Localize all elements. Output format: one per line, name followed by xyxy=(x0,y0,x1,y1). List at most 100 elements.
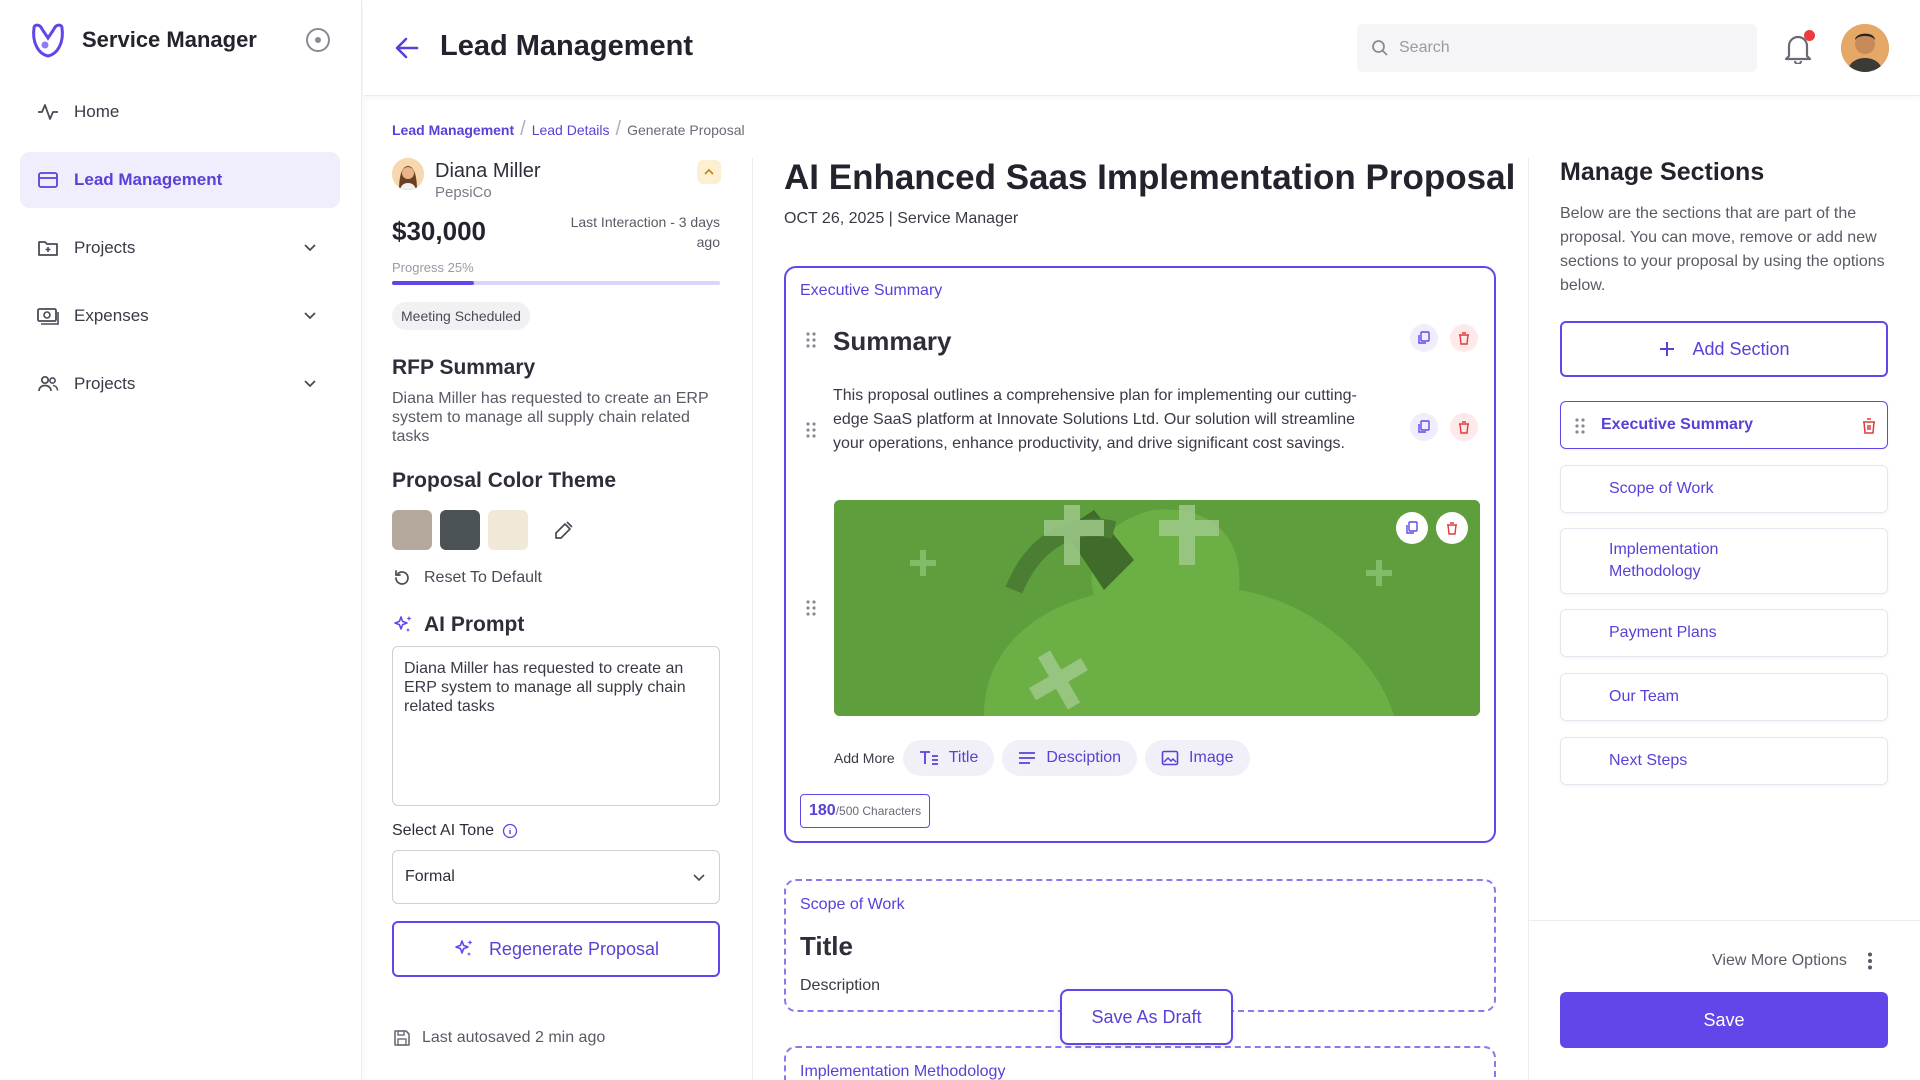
top-header: Lead Management xyxy=(363,0,1920,96)
section-item-scope-of-work[interactable]: Scope of Work xyxy=(1560,465,1888,513)
executive-summary-card[interactable]: Executive Summary Summary This proposal … xyxy=(784,266,1496,843)
sparkle-icon xyxy=(453,938,475,960)
drag-handle-icon[interactable] xyxy=(806,600,816,616)
ai-prompt-heading-row: AI Prompt xyxy=(392,613,524,637)
ai-tone-select[interactable]: Formal xyxy=(392,850,720,904)
manage-sections-desc: Below are the sections that are part of … xyxy=(1560,205,1885,294)
rfp-text: Diana Miller has requested to create an … xyxy=(392,390,709,445)
color-swatch-1[interactable] xyxy=(392,510,432,550)
copy-icon[interactable] xyxy=(1410,413,1438,441)
sidebar-item-label: Projects xyxy=(74,374,136,393)
chevron-up-icon xyxy=(703,166,715,178)
trash-icon[interactable] xyxy=(1450,324,1478,352)
save-button[interactable]: Save xyxy=(1560,992,1888,1048)
breadcrumb-separator: / xyxy=(520,118,526,140)
info-icon[interactable] xyxy=(502,823,518,839)
breadcrumb-lead-management[interactable]: Lead Management xyxy=(392,122,514,138)
scope-description[interactable]: Description xyxy=(800,977,880,995)
search-input[interactable] xyxy=(1399,39,1739,57)
plus-icon xyxy=(1658,340,1676,358)
text-title-icon xyxy=(919,750,939,766)
summary-title[interactable]: Summary xyxy=(833,326,952,357)
color-swatch-3[interactable] xyxy=(488,510,528,550)
app-title: Service Manager xyxy=(82,27,257,52)
add-section-button[interactable]: Add Section xyxy=(1560,321,1888,377)
regenerate-proposal-button[interactable]: Regenerate Proposal xyxy=(392,921,720,977)
section-item-implementation-methodology[interactable]: Implementation Methodology xyxy=(1560,528,1888,594)
section-item-our-team[interactable]: Our Team xyxy=(1560,673,1888,721)
sidebar-item-expenses[interactable]: Expenses xyxy=(20,288,340,344)
view-more-options-button[interactable]: View More Options xyxy=(1712,952,1873,970)
eyedropper-icon[interactable] xyxy=(552,518,576,542)
character-count: 180 xyxy=(809,802,836,819)
section-item-executive-summary[interactable]: Executive Summary xyxy=(1560,401,1888,449)
sidebar-item-projects-2[interactable]: Projects xyxy=(20,356,340,412)
image-illustration xyxy=(834,500,1480,716)
folder-plus-icon xyxy=(36,236,60,260)
section-label: Executive Summary xyxy=(800,282,943,299)
summary-text[interactable]: This proposal outlines a comprehensive p… xyxy=(833,384,1373,456)
status-badge: Meeting Scheduled xyxy=(392,302,530,330)
progress-label: Progress 25% xyxy=(392,260,474,275)
ai-tone-label-text: Select AI Tone xyxy=(392,822,494,839)
brand[interactable]: Service Manager xyxy=(28,20,257,60)
add-title-chip[interactable]: Title xyxy=(902,740,995,776)
deal-amount: $30,000 xyxy=(392,216,486,246)
chevron-down-icon xyxy=(302,240,318,256)
collapse-sidebar-button[interactable] xyxy=(306,28,330,52)
activity-icon xyxy=(36,100,60,124)
manage-sections-title: Manage Sections xyxy=(1560,158,1765,186)
save-as-draft-button[interactable]: Save As Draft xyxy=(1060,989,1233,1045)
section-item-label: Executive Summary xyxy=(1601,416,1754,433)
trash-icon[interactable] xyxy=(1450,413,1478,441)
reset-default-button[interactable]: Reset To Default xyxy=(392,568,542,588)
ai-tone-label: Select AI Tone xyxy=(392,822,518,840)
chip-label: Image xyxy=(1189,749,1234,766)
ai-prompt-textarea[interactable]: Diana Miller has requested to create an … xyxy=(392,646,720,806)
sparkle-icon xyxy=(392,614,414,636)
regenerate-label: Regenerate Proposal xyxy=(488,938,660,959)
trash-icon[interactable] xyxy=(1436,512,1468,544)
client-avatar xyxy=(392,158,424,190)
add-image-chip[interactable]: Image xyxy=(1145,740,1250,776)
app-root: Service Manager Home Lead Management Pro… xyxy=(0,0,1920,1080)
sidebar-item-label: Home xyxy=(74,102,120,121)
drag-handle-icon[interactable] xyxy=(1575,418,1585,434)
breadcrumb-separator: / xyxy=(615,118,622,140)
color-swatch-2[interactable] xyxy=(440,510,480,550)
implementation-methodology-card[interactable]: Implementation Methodology xyxy=(784,1046,1496,1080)
panel-divider xyxy=(752,158,753,1080)
collapse-lead-button[interactable] xyxy=(697,160,721,184)
breadcrumb-lead-details[interactable]: Lead Details xyxy=(532,122,610,138)
breadcrumb: Lead Management / Lead Details / Generat… xyxy=(392,118,745,141)
copy-icon[interactable] xyxy=(1396,512,1428,544)
section-item-payment-plans[interactable]: Payment Plans xyxy=(1560,609,1888,657)
character-limit: /500 Characters xyxy=(835,804,922,818)
sidebar-item-lead-management[interactable]: Lead Management xyxy=(20,152,340,208)
back-arrow-icon[interactable] xyxy=(393,34,421,62)
notifications-button[interactable] xyxy=(1783,30,1815,64)
sidebar-item-home[interactable]: Home xyxy=(20,84,340,140)
add-description-chip[interactable]: Desciption xyxy=(1002,740,1138,776)
money-icon xyxy=(36,304,60,328)
add-more-row: Add More Title Desciption Image xyxy=(834,740,1250,776)
drag-handle-icon[interactable] xyxy=(806,422,816,438)
summary-image[interactable] xyxy=(834,500,1480,716)
section-item-label: Scope of Work xyxy=(1609,480,1714,497)
section-item-next-steps[interactable]: Next Steps xyxy=(1560,737,1888,785)
autosave-text: Last autosaved 2 min ago xyxy=(422,1029,606,1046)
user-avatar[interactable] xyxy=(1841,24,1889,72)
scope-title[interactable]: Title xyxy=(800,931,853,962)
sidebar-item-projects[interactable]: Projects xyxy=(20,220,340,276)
logo-icon xyxy=(28,20,68,60)
footer-divider xyxy=(1529,920,1920,921)
drag-handle-icon[interactable] xyxy=(806,332,816,348)
trash-icon[interactable] xyxy=(1861,417,1877,435)
copy-icon[interactable] xyxy=(1410,324,1438,352)
search-bar[interactable] xyxy=(1357,24,1757,72)
character-counter: 180/500 Characters xyxy=(800,794,931,828)
search-icon xyxy=(1371,39,1389,57)
notification-dot xyxy=(1804,30,1815,41)
proposal-title: AI Enhanced Saas Implementation Proposal xyxy=(784,158,1516,197)
chip-label: Title xyxy=(948,749,979,766)
